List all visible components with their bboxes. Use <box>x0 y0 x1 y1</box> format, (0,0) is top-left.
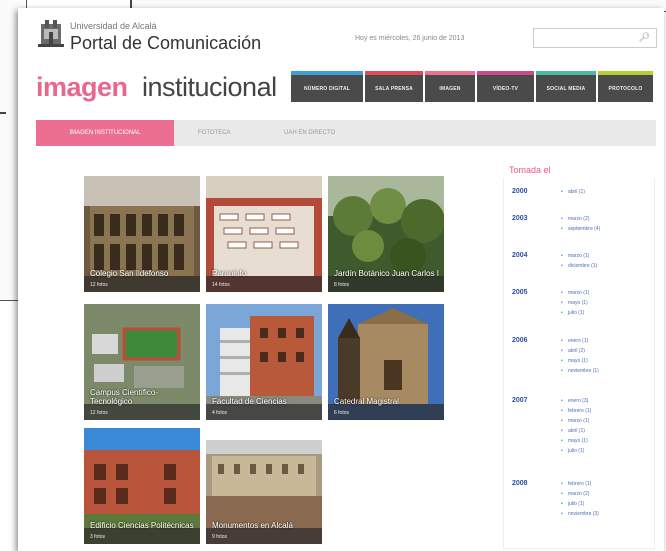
archive-year[interactable]: 2007 <box>512 397 528 404</box>
current-date: Hoy es miércoles, 26 junio de 2013 <box>355 35 465 42</box>
archive-title: Tomada el <box>509 165 551 175</box>
gallery-item[interactable]: Colegio San Ildefonso 12 fotos <box>84 176 200 292</box>
archive-year[interactable]: 2006 <box>512 337 528 344</box>
gallery-caption: Catedral Magistral <box>334 397 399 406</box>
archive-month[interactable]: marzo (1) <box>561 418 590 424</box>
archive-month[interactable]: febrero (1) <box>561 408 591 414</box>
gallery-item[interactable]: Edificio Ciencias Politécnicas 3 fotos <box>84 428 200 544</box>
gallery-photo-count: 8 fotos <box>334 282 350 288</box>
archive-month[interactable]: marzo (1) <box>561 290 590 296</box>
browser-page: Universidad de Alcalá Portal de Comunica… <box>18 8 664 551</box>
section-title-imagen: imagen <box>36 72 128 102</box>
archive-month[interactable]: marzo (2) <box>561 491 590 497</box>
gallery-photo-count: 6 fotos <box>334 410 350 416</box>
nav-imagen[interactable]: Imagen <box>425 71 475 102</box>
nav-video-tv[interactable]: Vídeo-TV <box>477 71 534 102</box>
archive-month[interactable]: julio (1) <box>561 501 585 507</box>
archive-month[interactable]: marzo (1) <box>561 253 590 259</box>
archive-month[interactable]: noviembre (1) <box>561 368 599 374</box>
archive-month[interactable]: enero (3) <box>561 398 588 404</box>
gallery-photo-count: 4 fotos <box>212 410 228 416</box>
gallery-item[interactable]: Jardín Botánico Juan Carlos I 8 fotos <box>328 176 444 292</box>
gallery-caption: Edificio Ciencias Politécnicas <box>90 521 194 530</box>
search-icon[interactable]: 🔎︎ <box>639 32 650 43</box>
gallery-photo-count: 12 fotos <box>90 410 108 416</box>
archive-month[interactable]: abril (2) <box>561 348 585 354</box>
tab-fototeca[interactable]: FOTOTECA <box>198 120 231 146</box>
archive-year[interactable]: 2000 <box>512 188 528 195</box>
gallery-caption: Facultad de Ciencias <box>212 397 287 406</box>
archive-month[interactable]: septiembre (4) <box>561 226 600 232</box>
archive-year[interactable]: 2008 <box>512 480 528 487</box>
archive-month[interactable]: mayo (1) <box>561 438 588 444</box>
archive-month[interactable]: marzo (2) <box>561 216 590 222</box>
archive-month[interactable]: abril (1) <box>561 189 585 195</box>
gallery-caption: Jardín Botánico Juan Carlos I <box>334 269 439 278</box>
archive-month[interactable]: noviembre (3) <box>561 511 599 517</box>
gallery-caption: Paraninfo <box>212 269 247 278</box>
gallery-photo-count: 12 fotos <box>90 282 108 288</box>
gallery-photo-count: 9 fotos <box>212 534 228 540</box>
archive-month[interactable]: abril (1) <box>561 428 585 434</box>
gallery-item[interactable]: Facultad de Ciencias 4 fotos <box>206 304 322 420</box>
gallery-caption: Campus Científico-Tecnológico <box>90 388 159 406</box>
archive-month[interactable]: febrero (1) <box>561 481 591 487</box>
gallery-item[interactable]: Campus Científico-Tecnológico 12 fotos <box>84 304 200 420</box>
tab-bar: IMAGEN INSTITUCIONAL FOTOTECA UAH EN DIR… <box>36 120 656 146</box>
nav-numero-digital[interactable]: Número Digital <box>291 71 363 102</box>
gallery-caption: Colegio San Ildefonso <box>90 269 169 278</box>
gallery-photo-count: 3 fotos <box>90 534 106 540</box>
archive-month[interactable]: mayo (1) <box>561 358 588 364</box>
nav-protocolo[interactable]: Protocolo <box>598 71 653 102</box>
gallery-item[interactable]: Catedral Magistral 6 fotos <box>328 304 444 420</box>
gallery-photo-count: 14 fotos <box>212 282 230 288</box>
archive-month[interactable]: diciembre (1) <box>561 263 597 269</box>
university-name: Universidad de Alcalá <box>70 21 157 31</box>
search-input[interactable]: 🔎︎ <box>533 28 657 48</box>
portal-title[interactable]: Portal de Comunicación <box>70 33 261 54</box>
archive-year[interactable]: 2003 <box>512 215 528 222</box>
nav-social-media[interactable]: Social Media <box>536 71 596 102</box>
archive-year[interactable]: 2005 <box>512 289 528 296</box>
tab-uah-en-directo[interactable]: UAH EN DIRECTO <box>284 120 335 146</box>
gallery-item[interactable]: Monumentos en Alcalá 9 fotos <box>206 440 322 544</box>
top-navigation: Número Digital Sala Prensa Imagen Vídeo-… <box>291 71 655 102</box>
tab-imagen-institucional[interactable]: IMAGEN INSTITUCIONAL <box>36 120 174 146</box>
gallery-item[interactable]: Paraninfo 14 fotos <box>206 176 322 292</box>
archive-year[interactable]: 2004 <box>512 252 528 259</box>
university-crest-icon <box>38 20 64 47</box>
archive-month[interactable]: julio (1) <box>561 448 585 454</box>
archive-month[interactable]: enero (1) <box>561 338 588 344</box>
nav-sala-prensa[interactable]: Sala Prensa <box>365 71 423 102</box>
gallery-caption: Monumentos en Alcalá <box>212 521 293 530</box>
section-title-institucional: institucional <box>142 72 277 102</box>
archive-month[interactable]: mayo (1) <box>561 300 588 306</box>
archive-month[interactable]: julio (1) <box>561 310 585 316</box>
